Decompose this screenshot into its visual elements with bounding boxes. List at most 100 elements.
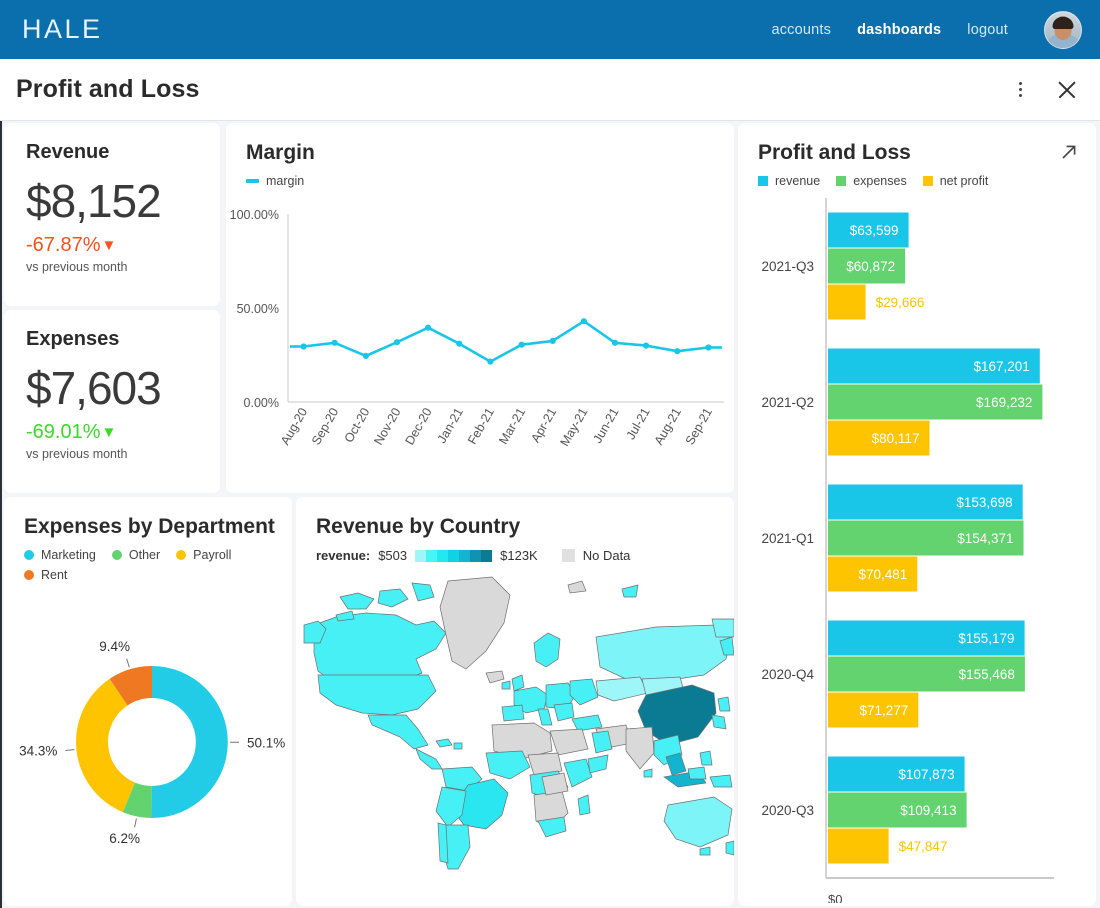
map-region-chile-strip[interactable] (438, 823, 448, 863)
chart-title-revenue-by-country: Revenue by Country (296, 497, 734, 539)
map-region-central-america[interactable] (416, 749, 442, 769)
margin-data-point[interactable] (519, 342, 525, 348)
kpi-value-expenses: $7,603 (26, 361, 200, 415)
legend-item-net-profit[interactable]: net profit (923, 174, 989, 188)
map-region-west-africa[interactable] (486, 751, 530, 779)
donut-label-other: 6.2% (109, 831, 140, 846)
y-axis-tick-label: 100.00% (230, 208, 279, 222)
margin-line-chart[interactable]: 0.00%50.00%100.00%Aug-20Sep-20Oct-20Nov-… (226, 188, 734, 478)
legend-item-marketing[interactable]: Marketing (24, 548, 96, 562)
map-region-greenland[interactable] (440, 577, 510, 669)
map-region-new-zealand[interactable] (726, 841, 734, 855)
map-region-italy[interactable] (538, 709, 552, 725)
margin-data-point[interactable] (674, 348, 680, 354)
nav-link-dashboards[interactable]: dashboards (857, 22, 941, 38)
dashboard-titlebar: Profit and Loss (0, 59, 1100, 121)
chart-card-profit-and-loss[interactable]: Profit and Loss revenue expenses net pro… (738, 123, 1096, 906)
pl-bar-value-label: $153,698 (956, 495, 1012, 510)
nav-link-logout[interactable]: logout (967, 22, 1008, 38)
margin-data-point[interactable] (643, 343, 649, 349)
map-region-east-africa[interactable] (564, 759, 592, 787)
map-region-central-asia[interactable] (596, 677, 648, 701)
map-region-horn-of-africa[interactable] (588, 755, 608, 773)
map-region-siberia-east[interactable] (712, 619, 734, 637)
map-region-drc-nodata[interactable] (542, 773, 568, 795)
map-region-madagascar[interactable] (578, 795, 590, 815)
down-arrow-icon: ▼ (102, 424, 117, 441)
map-region-novaya-zemlya[interactable] (622, 585, 638, 597)
map-region-philippines[interactable] (700, 751, 712, 765)
map-legend-label: revenue: (316, 548, 370, 563)
map-nodata-swatch (562, 549, 575, 562)
legend-item-rent[interactable]: Rent (24, 568, 67, 582)
kpi-card-revenue[interactable]: Revenue $8,152 -67.87% ▼ vs previous mon… (4, 123, 220, 306)
margin-data-point[interactable] (425, 325, 431, 331)
profit-loss-bar-chart[interactable]: 2021-Q3$63,599$60,872$29,6662021-Q2$167,… (738, 188, 1096, 903)
map-region-svalbard[interactable] (568, 581, 586, 593)
kpi-delta-expenses: -69.01% ▼ (26, 421, 200, 444)
legend-item-payroll[interactable]: Payroll (176, 548, 231, 562)
legend-item-expenses[interactable]: expenses (836, 174, 907, 188)
map-region-libya-egypt-nodata[interactable] (550, 729, 588, 755)
x-axis-tick-label: Nov-20 (371, 405, 403, 447)
map-region-png[interactable] (710, 775, 732, 787)
margin-data-point[interactable] (612, 340, 618, 346)
x-axis-tick-label: Jan-21 (435, 405, 466, 445)
kpi-title-expenses: Expenses (26, 328, 200, 351)
kebab-menu-icon[interactable] (1010, 80, 1030, 100)
map-region-scandinavia[interactable] (534, 633, 560, 667)
map-region-balkans[interactable] (554, 703, 574, 721)
margin-data-point[interactable] (581, 318, 587, 324)
pl-bar-net-profit[interactable] (828, 829, 889, 864)
kpi-card-expenses[interactable]: Expenses $7,603 -69.01% ▼ vs previous mo… (4, 310, 220, 493)
world-choropleth-map[interactable] (296, 563, 734, 893)
margin-data-point[interactable] (487, 359, 493, 365)
map-region-usa[interactable] (318, 675, 436, 715)
map-region-india-nodata[interactable] (626, 727, 654, 769)
map-region-mexico[interactable] (368, 715, 428, 749)
close-icon[interactable] (1054, 77, 1080, 103)
legend-item-margin[interactable]: margin (246, 174, 304, 188)
chart-title-profit-and-loss: Profit and Loss (738, 123, 1096, 165)
user-avatar[interactable] (1044, 11, 1082, 49)
x-axis-tick-label: Oct-20 (342, 405, 373, 445)
map-region-middle-east[interactable] (592, 731, 612, 753)
chart-card-revenue-by-country[interactable]: Revenue by Country revenue: $503 $123K N… (296, 497, 734, 906)
margin-data-point[interactable] (705, 344, 711, 350)
map-region-south-africa[interactable] (538, 817, 566, 837)
expand-arrow-icon[interactable] (1058, 141, 1080, 163)
margin-data-point[interactable] (456, 341, 462, 347)
pl-bar-value-label: $60,872 (846, 259, 895, 274)
margin-data-point[interactable] (363, 353, 369, 359)
pl-bar-value-label: $109,413 (900, 803, 956, 818)
map-region-sri-lanka[interactable] (644, 769, 652, 777)
pl-bar-net-profit[interactable] (828, 285, 866, 320)
map-region-eastern-europe[interactable] (570, 679, 598, 705)
donut-slice-marketing[interactable] (152, 666, 228, 818)
map-region-iberia[interactable] (502, 705, 524, 721)
nav-link-accounts[interactable]: accounts (771, 22, 831, 38)
map-region-caribbean[interactable] (436, 739, 462, 749)
kpi-value-revenue: $8,152 (26, 174, 200, 228)
legend-item-revenue[interactable]: revenue (758, 174, 820, 188)
pl-bar-value-label: $154,371 (957, 531, 1013, 546)
map-region-russia[interactable] (596, 625, 732, 681)
pl-bar-value-label: $70,481 (858, 567, 907, 582)
map-region-borneo[interactable] (688, 767, 706, 779)
chart-title-margin: Margin (226, 123, 734, 165)
legend-item-other[interactable]: Other (112, 548, 160, 562)
expenses-donut-chart[interactable]: 50.1%6.2%34.3%9.4% (4, 582, 292, 902)
map-region-uk-ireland[interactable] (502, 675, 524, 691)
map-region-australia[interactable] (664, 797, 732, 847)
chart-card-margin[interactable]: Margin margin 0.00%50.00%100.00%Aug-20Se… (226, 123, 734, 493)
margin-data-point[interactable] (394, 339, 400, 345)
map-region-iceland[interactable] (486, 671, 504, 683)
donut-label-marketing: 50.1% (247, 735, 285, 750)
x-axis-tick-label: Dec-20 (402, 405, 434, 447)
margin-data-point[interactable] (550, 338, 556, 344)
margin-data-point[interactable] (332, 340, 338, 346)
map-region-tasmania[interactable] (700, 847, 710, 855)
map-region-indochina[interactable] (666, 753, 686, 775)
margin-data-point[interactable] (301, 343, 307, 349)
chart-card-expenses-by-department[interactable]: Expenses by Department Marketing Other P… (4, 497, 292, 906)
